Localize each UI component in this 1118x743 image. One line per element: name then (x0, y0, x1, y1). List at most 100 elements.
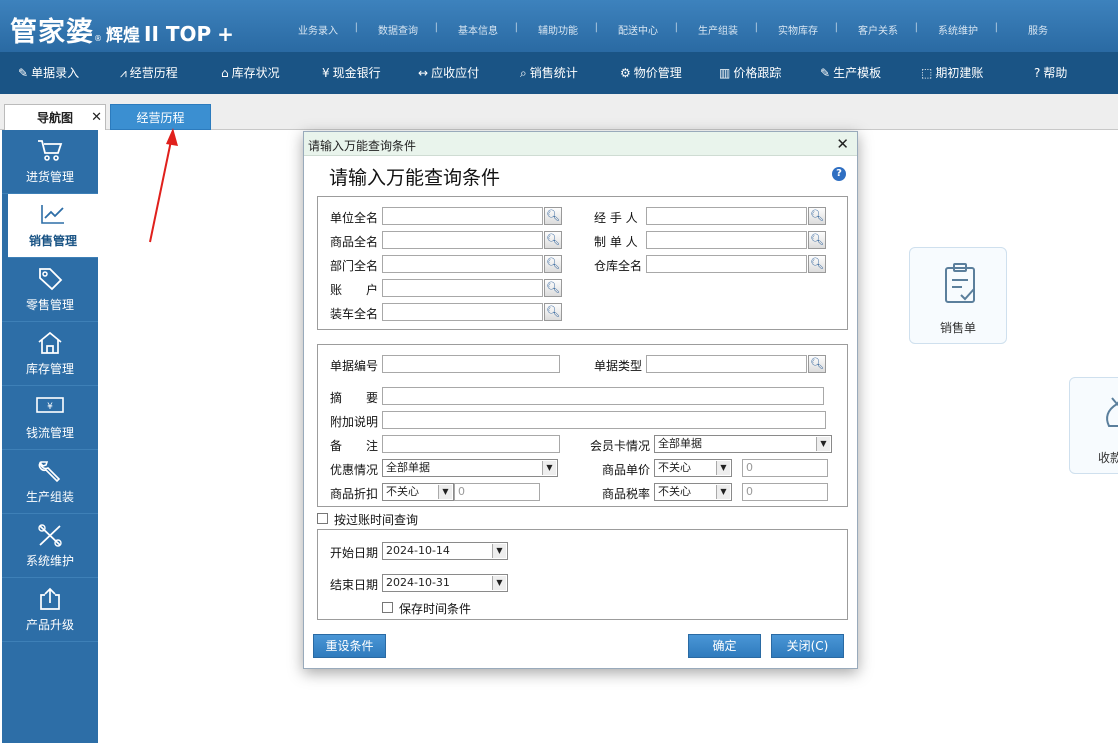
end-date-value: 2024-10-31 (386, 576, 450, 589)
name-conditions-group: 单位全名 🔍︎ 商品全名 🔍︎ 部门全名 🔍︎ 账 户 🔍︎ 装车全名 🔍︎ 经… (317, 196, 848, 330)
top-nav-item-crm[interactable]: 客户关系 (838, 22, 918, 37)
maker-lookup-button[interactable]: 🔍︎ (808, 231, 826, 249)
doc-type-lookup-button[interactable]: 🔍︎ (808, 355, 826, 373)
remark-input[interactable] (382, 435, 560, 453)
toolbar-production-template[interactable]: ✎ 生产模板 (820, 52, 881, 94)
dialog-titlebar[interactable]: 请输入万能查询条件 ✕ (304, 132, 857, 156)
top-nav-item-distribution[interactable]: 配送中心 (598, 22, 678, 37)
top-nav-item-aux-functions[interactable]: 辅助功能 (518, 22, 598, 37)
help-icon[interactable]: ? (832, 167, 846, 181)
toolbar-label: 销售统计 (529, 66, 578, 80)
tax-condition-select[interactable]: 不关心 ▼ (654, 483, 732, 501)
extra-input[interactable] (382, 411, 826, 429)
toolbar-sales-stats[interactable]: ⌕ 销售统计 (520, 52, 578, 94)
start-date-picker[interactable]: 2024-10-14 ▼ (382, 542, 508, 560)
summary-label: 摘 要 (330, 391, 379, 405)
tab-navigation-map[interactable]: 导航图 ✕ (4, 104, 106, 130)
toolbar-opening-accounts[interactable]: ⬚ 期初建账 (921, 52, 983, 94)
dept-lookup-button[interactable]: 🔍︎ (544, 255, 562, 273)
account-input[interactable] (382, 279, 543, 297)
handler-input[interactable] (646, 207, 807, 225)
price-condition-select[interactable]: 不关心 ▼ (654, 459, 732, 477)
save-time-checkbox[interactable] (382, 602, 393, 613)
tab-business-history[interactable]: 经营历程 (110, 104, 211, 130)
tax-value-input[interactable]: 0 (742, 483, 828, 501)
dept-label: 部门全名 (330, 259, 379, 273)
sidebar-label: 系统维护 (25, 554, 74, 568)
sidebar-item-retail[interactable]: 零售管理 (2, 258, 98, 322)
top-nav-item-system[interactable]: 系统维护 (918, 22, 998, 37)
loading-lookup-button[interactable]: 🔍︎ (544, 303, 562, 321)
rebate-condition-select[interactable]: 不关心 ▼ (382, 483, 454, 501)
toolbar-price-tracking[interactable]: ▥ 价格跟踪 (719, 52, 781, 94)
toolbar-receivable-payable[interactable]: ↔ 应收应付 (418, 52, 479, 94)
save-time-label: 保存时间条件 (399, 602, 472, 616)
rebate-value-input[interactable]: 0 (454, 483, 540, 501)
home-icon: ⌂ (221, 66, 229, 80)
top-nav-item-business-entry[interactable]: 业务录入 (278, 22, 358, 37)
close-icon[interactable]: ✕ (91, 105, 102, 131)
unit-input[interactable] (382, 207, 543, 225)
external-link-icon: ⬚ (921, 66, 933, 80)
doc-type-input[interactable] (646, 355, 807, 373)
receipt-card[interactable]: 收款 (1069, 377, 1118, 474)
magnifier-icon: 🔍︎ (546, 305, 560, 318)
price-value-input[interactable]: 0 (742, 459, 828, 477)
sidebar-item-sales[interactable]: 销售管理 (8, 194, 98, 258)
toolbar-stock-status[interactable]: ⌂ 库存状况 (221, 52, 280, 94)
member-card-value: 全部单据 (658, 437, 702, 450)
bar-chart-icon: ▥ (719, 66, 731, 80)
doc-no-input[interactable] (382, 355, 560, 373)
toolbar-document-entry[interactable]: ✎ 单据录入 (18, 52, 79, 94)
logo-version-text: II TOP (144, 22, 212, 46)
search-icon: ⌕ (520, 66, 527, 80)
loading-input[interactable] (382, 303, 543, 321)
toolbar-price-management[interactable]: ⚙ 物价管理 (620, 52, 682, 94)
end-date-picker[interactable]: 2024-10-31 ▼ (382, 574, 508, 592)
sales-order-card[interactable]: 销售单 (909, 247, 1007, 344)
account-label: 账 户 (330, 283, 379, 297)
reset-conditions-button[interactable]: 重设条件 (313, 634, 386, 658)
toolbar-label: 价格跟踪 (733, 66, 782, 80)
product-input[interactable] (382, 231, 543, 249)
handler-lookup-button[interactable]: 🔍︎ (808, 207, 826, 225)
tab-label: 导航图 (36, 111, 73, 125)
maker-input[interactable] (646, 231, 807, 249)
sidebar-item-cashflow[interactable]: ¥ 钱流管理 (2, 386, 98, 450)
close-icon[interactable]: ✕ (836, 135, 849, 153)
member-card-select[interactable]: 全部单据 ▼ (654, 435, 832, 453)
toolbar-cash-bank[interactable]: ¥ 现金银行 (322, 52, 381, 94)
product-lookup-button[interactable]: 🔍︎ (544, 231, 562, 249)
summary-input[interactable] (382, 387, 824, 405)
toolbar-business-history[interactable]: ⩘ 经营历程 (120, 52, 178, 94)
chevron-down-icon: ▼ (816, 437, 830, 451)
top-header: 管家婆 ® 辉煌 II TOP + 业务录入 数据查询 基本信息 辅助功能 配送… (0, 0, 1118, 52)
sidebar-label: 钱流管理 (25, 426, 74, 440)
post-time-checkbox[interactable] (317, 513, 328, 524)
top-nav-item-service[interactable]: 服务 (998, 22, 1078, 37)
unit-lookup-button[interactable]: 🔍︎ (544, 207, 562, 225)
extra-label: 附加说明 (330, 415, 379, 429)
top-nav-item-data-query[interactable]: 数据查询 (358, 22, 438, 37)
sidebar-item-upgrade[interactable]: 产品升级 (2, 578, 98, 642)
toolbar-help[interactable]: ? 帮助 (1034, 52, 1067, 94)
sidebar-item-production[interactable]: 生产组装 (2, 450, 98, 514)
ok-button[interactable]: 确定 (688, 634, 761, 658)
warehouse-lookup-button[interactable]: 🔍︎ (808, 255, 826, 273)
sidebar-item-inventory[interactable]: 库存管理 (2, 322, 98, 386)
dialog-window-title: 请输入万能查询条件 (308, 139, 417, 153)
discount-select[interactable]: 全部单据 ▼ (382, 459, 558, 477)
top-nav-item-production[interactable]: 生产组装 (678, 22, 758, 37)
account-lookup-button[interactable]: 🔍︎ (544, 279, 562, 297)
warehouse-input[interactable] (646, 255, 807, 273)
close-button[interactable]: 关闭(C) (771, 634, 844, 658)
tab-label: 经营历程 (136, 111, 185, 125)
unit-label: 单位全名 (330, 211, 379, 225)
sidebar-item-system[interactable]: 系统维护 (2, 514, 98, 578)
top-nav-item-basic-info[interactable]: 基本信息 (438, 22, 518, 37)
top-nav-item-physical-stock[interactable]: 实物库存 (758, 22, 838, 37)
sidebar-item-purchase[interactable]: 进货管理 (2, 130, 98, 194)
dept-input[interactable] (382, 255, 543, 273)
magnifier-icon: 🔍︎ (546, 233, 560, 246)
top-nav: 业务录入 数据查询 基本信息 辅助功能 配送中心 生产组装 实物库存 客户关系 … (278, 22, 1078, 37)
